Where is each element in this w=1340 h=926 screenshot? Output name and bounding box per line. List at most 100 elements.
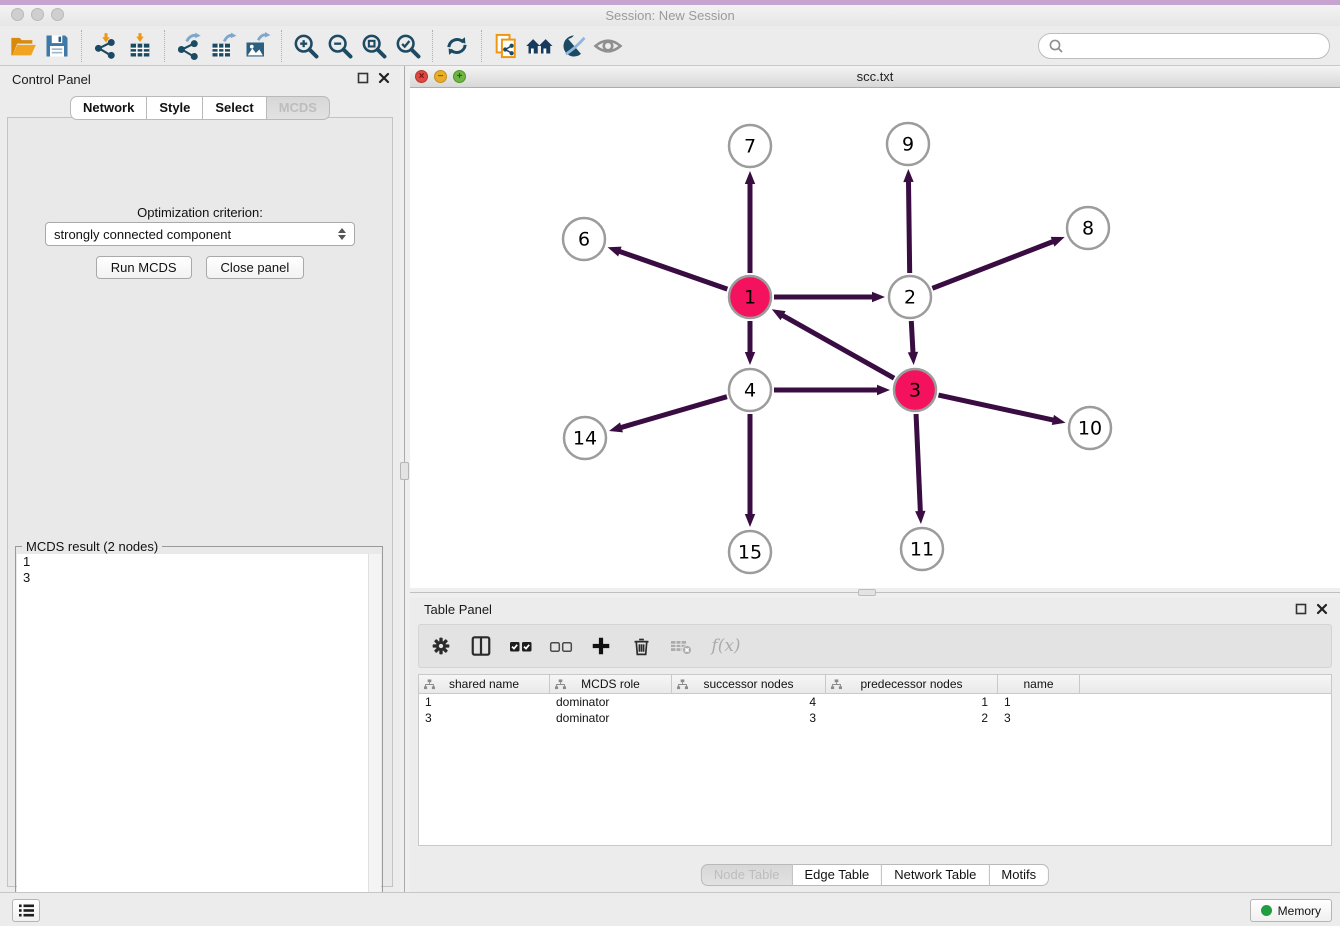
column-header-shared-name[interactable]: shared name bbox=[419, 675, 550, 693]
import-network-icon[interactable] bbox=[89, 29, 123, 63]
table-cell[interactable]: 3 bbox=[672, 710, 826, 726]
horizontal-splitter[interactable] bbox=[410, 588, 1340, 598]
column-header-predecessor-nodes[interactable]: predecessor nodes bbox=[826, 675, 998, 693]
select-all-columns-icon[interactable] bbox=[509, 634, 533, 658]
vertical-splitter-handle[interactable] bbox=[400, 462, 409, 480]
export-image-icon[interactable] bbox=[240, 29, 274, 63]
close-panel-button[interactable]: Close panel bbox=[206, 256, 305, 279]
edge-arrow-icon bbox=[1051, 237, 1065, 247]
float-panel-icon[interactable] bbox=[357, 72, 369, 84]
network-canvas[interactable]: 7968124314101511 bbox=[410, 88, 1340, 588]
tab-motifs[interactable]: Motifs bbox=[989, 864, 1049, 886]
save-session-icon[interactable] bbox=[40, 29, 74, 63]
split-view-icon[interactable] bbox=[469, 634, 493, 658]
network-window-titlebar[interactable]: × − + scc.txt bbox=[410, 66, 1340, 88]
network-graph[interactable]: 7968124314101511 bbox=[410, 88, 1340, 588]
close-table-panel-icon[interactable] bbox=[1316, 603, 1328, 615]
optimization-criterion-select[interactable]: strongly connected component bbox=[45, 222, 355, 246]
edge-1-6[interactable] bbox=[619, 251, 727, 289]
first-neighbors-icon[interactable] bbox=[523, 29, 557, 63]
horizontal-splitter-handle[interactable] bbox=[858, 589, 876, 596]
table-body: 1dominator4113dominator323 bbox=[419, 694, 1331, 726]
apply-layout-icon[interactable] bbox=[440, 29, 474, 63]
toolbar-separator bbox=[432, 30, 433, 62]
status-bar: Memory bbox=[0, 892, 1340, 926]
table-cell[interactable]: 1 bbox=[826, 694, 998, 710]
tab-style[interactable]: Style bbox=[147, 96, 203, 120]
table-cell[interactable]: dominator bbox=[550, 694, 672, 710]
cytoscape-browser-icon[interactable] bbox=[557, 29, 591, 63]
run-mcds-button[interactable]: Run MCDS bbox=[96, 256, 192, 279]
network-minimize-icon[interactable]: − bbox=[434, 70, 447, 83]
tab-network[interactable]: Network bbox=[70, 96, 147, 120]
zoom-fit-icon[interactable] bbox=[357, 29, 391, 63]
deselect-all-columns-icon[interactable] bbox=[549, 634, 573, 658]
maximize-window-icon[interactable] bbox=[51, 8, 64, 21]
task-history-button[interactable] bbox=[12, 899, 40, 922]
optimization-criterion-label: Optimization criterion: bbox=[8, 205, 392, 220]
mcds-result-list[interactable]: 13 bbox=[17, 554, 381, 924]
application-window: Session: New Session bbox=[0, 0, 1340, 926]
show-hide-graphics-icon[interactable] bbox=[591, 29, 625, 63]
delete-table-icon[interactable] bbox=[669, 634, 693, 658]
table-cell[interactable]: 3 bbox=[419, 710, 550, 726]
table-cell[interactable]: 1 bbox=[419, 694, 550, 710]
close-window-icon[interactable] bbox=[11, 8, 24, 21]
column-header-successor-nodes[interactable]: successor nodes bbox=[672, 675, 826, 693]
edge-arrow-icon bbox=[1052, 415, 1066, 425]
close-panel-icon[interactable] bbox=[378, 72, 390, 84]
tab-mcds[interactable]: MCDS bbox=[267, 96, 330, 120]
node-table[interactable]: shared nameMCDS rolesuccessor nodesprede… bbox=[418, 674, 1332, 846]
new-network-from-selection-icon[interactable] bbox=[489, 29, 523, 63]
search-input[interactable] bbox=[1068, 39, 1329, 54]
tab-select[interactable]: Select bbox=[203, 96, 266, 120]
toolbar-separator bbox=[481, 30, 482, 62]
network-close-icon[interactable]: × bbox=[415, 70, 428, 83]
zoom-in-icon[interactable] bbox=[289, 29, 323, 63]
delete-column-icon[interactable] bbox=[629, 634, 653, 658]
table-cell[interactable]: 2 bbox=[826, 710, 998, 726]
table-row[interactable]: 1dominator411 bbox=[419, 694, 1331, 710]
edge-2-9[interactable] bbox=[908, 181, 909, 273]
memory-button[interactable]: Memory bbox=[1250, 899, 1332, 922]
edge-3-1[interactable] bbox=[782, 315, 894, 378]
export-table-icon[interactable] bbox=[206, 29, 240, 63]
mcds-result-group: MCDS result (2 nodes) 13 bbox=[15, 546, 383, 926]
table-cell[interactable]: dominator bbox=[550, 710, 672, 726]
edge-3-10[interactable] bbox=[938, 395, 1053, 420]
toolbar-separator bbox=[281, 30, 282, 62]
function-builder-icon[interactable]: f(x) bbox=[709, 634, 743, 658]
tab-edge-table[interactable]: Edge Table bbox=[792, 864, 882, 886]
edge-arrow-icon bbox=[877, 385, 890, 395]
edge-arrow-icon bbox=[903, 169, 913, 182]
open-session-icon[interactable] bbox=[6, 29, 40, 63]
control-panel-tabs: NetworkStyleSelectMCDS bbox=[70, 96, 330, 120]
edge-2-3[interactable] bbox=[911, 321, 913, 353]
mcds-result-title: MCDS result (2 nodes) bbox=[22, 539, 162, 554]
table-cell[interactable]: 1 bbox=[998, 694, 1080, 710]
column-header-MCDS-role[interactable]: MCDS role bbox=[550, 675, 672, 693]
zoom-selected-icon[interactable] bbox=[391, 29, 425, 63]
table-cell[interactable]: 4 bbox=[672, 694, 826, 710]
zoom-out-icon[interactable] bbox=[323, 29, 357, 63]
edge-4-14[interactable] bbox=[621, 397, 727, 428]
edge-3-11[interactable] bbox=[916, 414, 920, 512]
table-cell[interactable]: 3 bbox=[998, 710, 1080, 726]
network-maximize-icon[interactable]: + bbox=[453, 70, 466, 83]
control-panel: Control Panel NetworkStyleSelectMCDS Opt… bbox=[0, 66, 400, 892]
result-scrollbar[interactable] bbox=[368, 554, 381, 924]
column-settings-icon[interactable] bbox=[429, 634, 453, 658]
column-header-name[interactable]: name bbox=[998, 675, 1080, 693]
import-table-icon[interactable] bbox=[123, 29, 157, 63]
tab-node-table[interactable]: Node Table bbox=[701, 864, 793, 886]
export-network-icon[interactable] bbox=[172, 29, 206, 63]
vertical-splitter[interactable] bbox=[400, 66, 410, 892]
minimize-window-icon[interactable] bbox=[31, 8, 44, 21]
search-icon bbox=[1046, 37, 1068, 55]
float-table-panel-icon[interactable] bbox=[1295, 603, 1307, 615]
graph-node-label: 8 bbox=[1082, 218, 1094, 240]
edge-2-8[interactable] bbox=[932, 241, 1053, 288]
table-row[interactable]: 3dominator323 bbox=[419, 710, 1331, 726]
tab-network-table[interactable]: Network Table bbox=[882, 864, 989, 886]
create-column-icon[interactable] bbox=[589, 634, 613, 658]
